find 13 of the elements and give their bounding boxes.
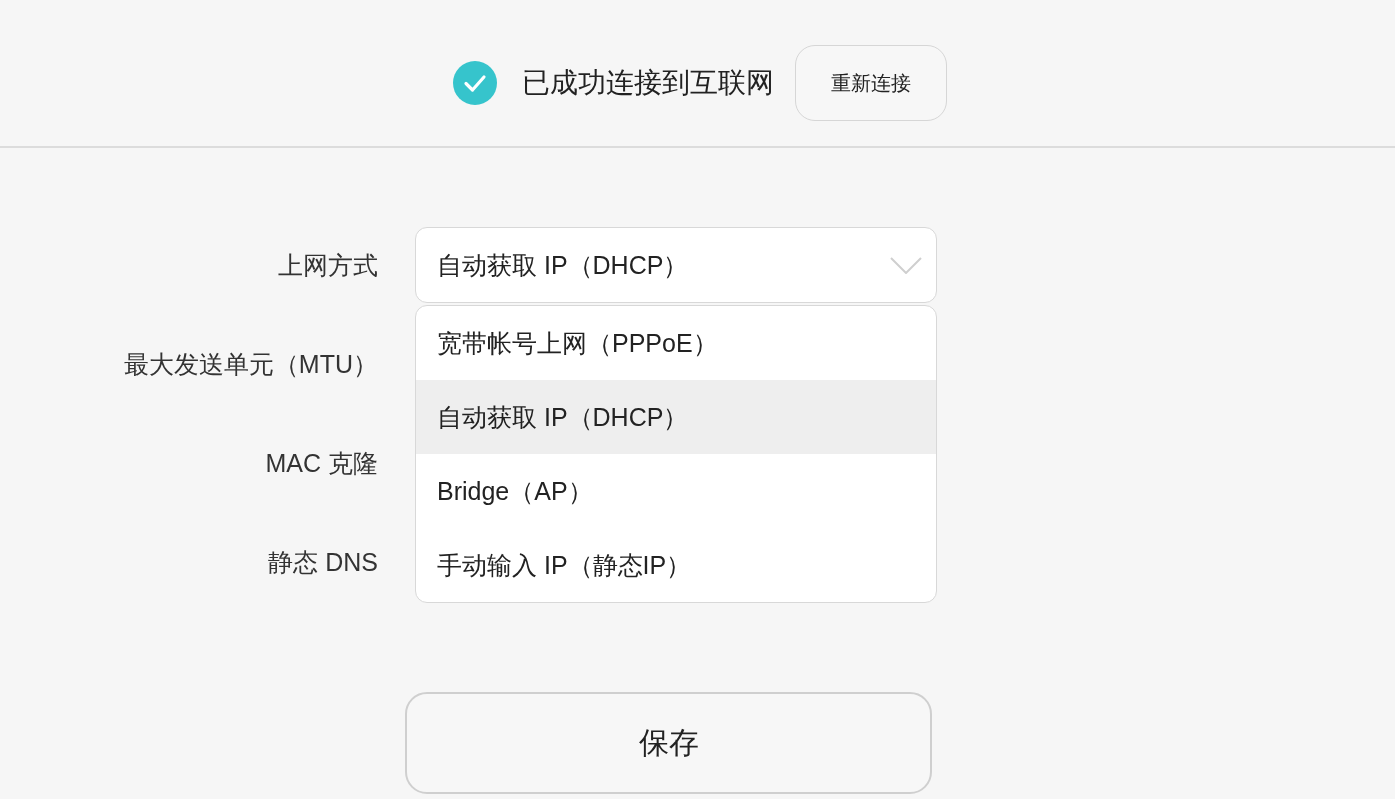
- field-label: 静态 DNS: [268, 546, 378, 578]
- reconnect-button[interactable]: 重新连接: [794, 45, 947, 121]
- dropdown-option[interactable]: 宽带帐号上网（PPPoE）: [416, 306, 936, 380]
- dropdown-option[interactable]: 手动输入 IP（静态IP）: [416, 528, 936, 602]
- chevron-down-icon: [890, 256, 922, 274]
- connection-type-select[interactable]: 自动获取 IP（DHCP）: [415, 227, 937, 303]
- dropdown-option[interactable]: 自动获取 IP（DHCP）: [416, 380, 936, 454]
- dropdown-option[interactable]: Bridge（AP）: [416, 454, 936, 528]
- save-button[interactable]: 保存: [405, 692, 932, 794]
- field-label: MAC 克隆: [265, 447, 378, 479]
- connection-status-text: 已成功连接到互联网: [521, 66, 774, 100]
- field-label: 上网方式: [278, 249, 378, 281]
- field-label: 最大发送单元（MTU）: [123, 348, 378, 380]
